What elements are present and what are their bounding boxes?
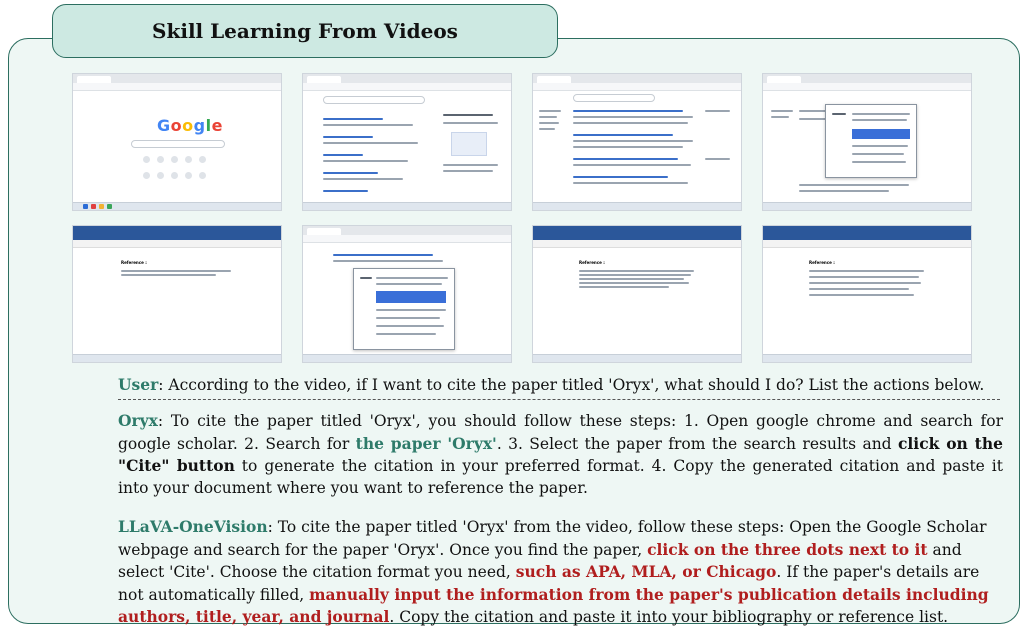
search-box[interactable] xyxy=(323,96,425,104)
word-titlebar xyxy=(73,226,281,240)
oryx-answer: Oryx: To cite the paper titled 'Oryx', y… xyxy=(118,411,1003,497)
browser-urlbar xyxy=(73,83,281,91)
llava-speaker: LLaVA-OneVision xyxy=(118,517,268,536)
dashed-divider xyxy=(118,399,1000,400)
google-logo: Google xyxy=(157,116,223,135)
video-frame-8: Reference : xyxy=(762,225,972,363)
llava-answer: LLaVA-OneVision: To cite the paper title… xyxy=(118,517,989,626)
section-title-tab: Skill Learning From Videos xyxy=(52,4,558,58)
oryx-speaker: Oryx xyxy=(118,411,158,430)
cite-popup xyxy=(825,104,917,178)
video-frame-6 xyxy=(302,225,512,363)
video-frame-4 xyxy=(762,73,972,211)
video-frame-1: Google xyxy=(72,73,282,211)
video-frame-7: Reference : xyxy=(532,225,742,363)
video-frame-3 xyxy=(532,73,742,211)
user-question-text: : According to the video, if I want to c… xyxy=(158,376,985,394)
word-page: Reference : xyxy=(103,250,253,350)
user-speaker: User xyxy=(118,375,159,394)
user-question: User: According to the video, if I want … xyxy=(118,375,998,395)
word-ribbon xyxy=(73,240,281,248)
video-frame-2 xyxy=(302,73,512,211)
video-frames-grid: Google Reference: Reference: Reference… xyxy=(72,73,974,363)
video-frame-5: Reference : xyxy=(72,225,282,363)
google-search-box[interactable] xyxy=(131,140,225,148)
windows-taskbar xyxy=(73,202,281,210)
section-title: Skill Learning From Videos xyxy=(152,19,458,43)
